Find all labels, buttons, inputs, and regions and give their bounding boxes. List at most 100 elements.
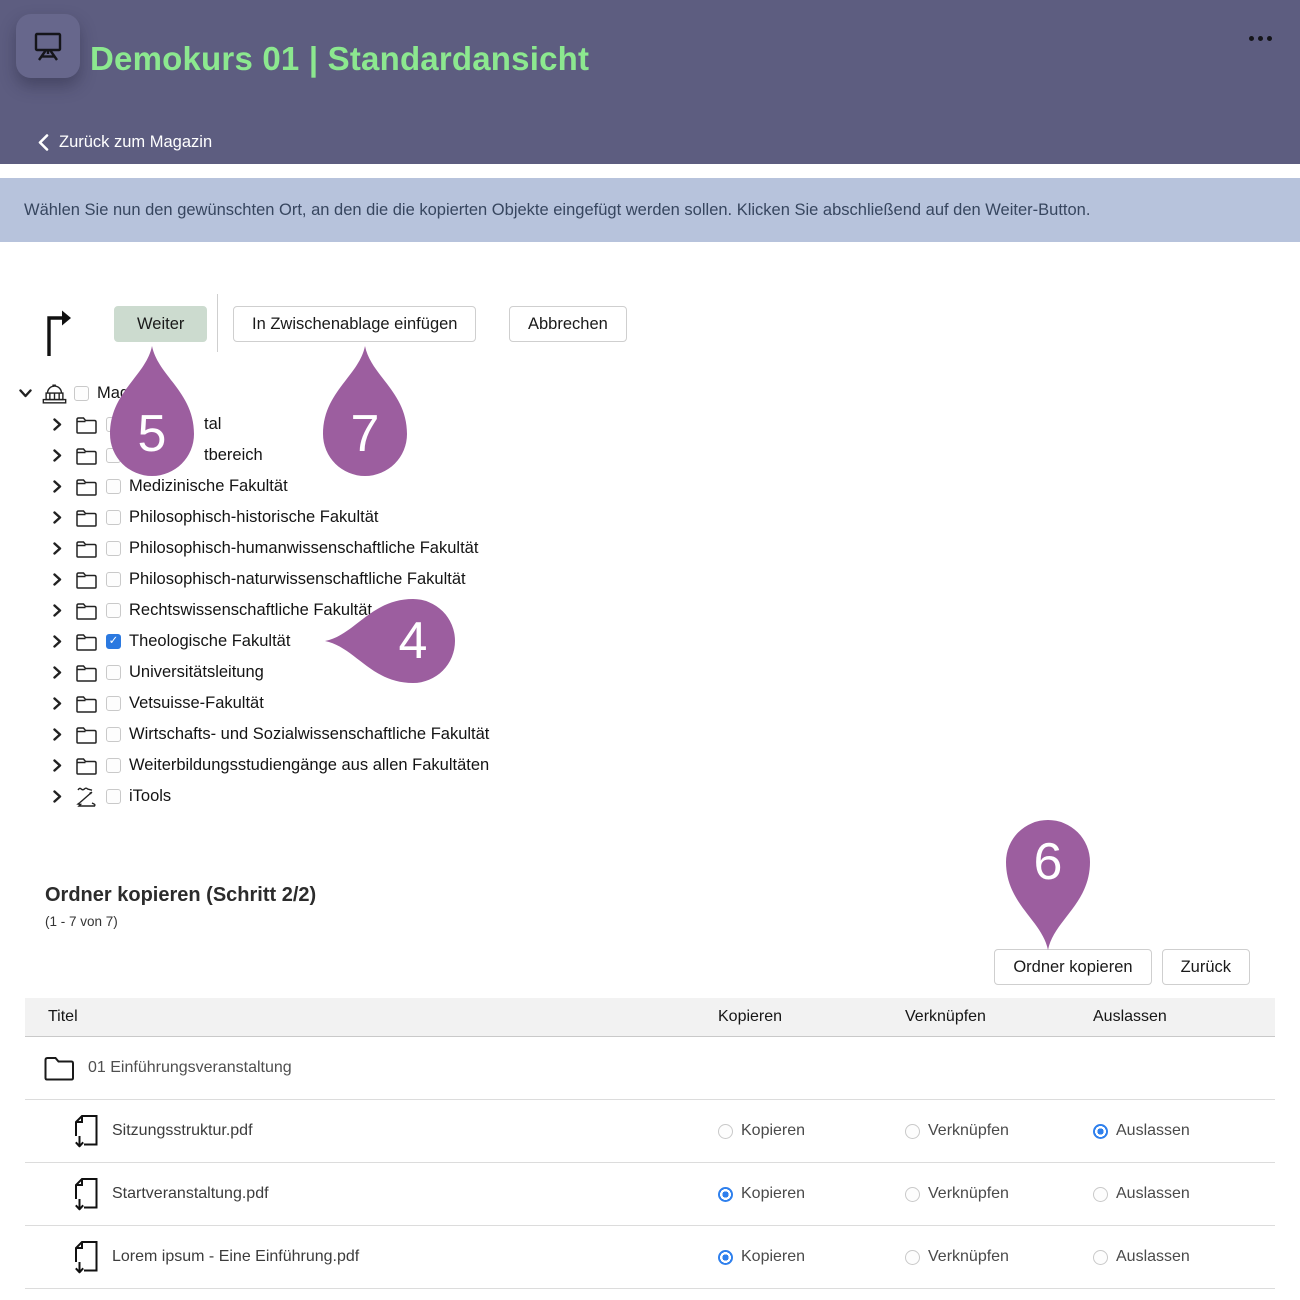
- header-bar: Demokurs 01 | Standardansicht Zurück zum…: [0, 0, 1300, 164]
- chevron-right-icon[interactable]: [50, 449, 64, 463]
- tree-checkbox[interactable]: [106, 665, 121, 680]
- back-link-label: Zurück zum Magazin: [59, 133, 212, 152]
- tree-checkbox[interactable]: [106, 572, 121, 587]
- chevron-right-icon[interactable]: [50, 759, 64, 773]
- tree-checkbox[interactable]: [106, 696, 121, 711]
- clipboard-insert-button[interactable]: In Zwischenablage einfügen: [233, 306, 476, 342]
- paste-target-arrow-icon: [40, 306, 74, 358]
- chevron-right-icon[interactable]: [50, 666, 64, 680]
- tree-checkbox[interactable]: [106, 789, 121, 804]
- file-download-icon: [72, 1114, 99, 1149]
- chevron-down-icon[interactable]: [18, 387, 32, 401]
- tree-checkbox[interactable]: [106, 727, 121, 742]
- tree-checkbox[interactable]: [106, 758, 121, 773]
- tree-checkbox[interactable]: [106, 541, 121, 556]
- radio-icon[interactable]: [718, 1187, 733, 1202]
- more-actions-icon[interactable]: [1249, 36, 1272, 41]
- tree-item-label[interactable]: tbereich: [204, 446, 263, 465]
- tree-item-label[interactable]: Magazin: [97, 384, 159, 403]
- radio-label: Auslassen: [1116, 1122, 1190, 1140]
- cancel-button[interactable]: Abbrechen: [509, 306, 627, 342]
- tree-row: Philosophisch-naturwissenschaftliche Fak…: [0, 564, 1300, 595]
- radio-icon[interactable]: [1093, 1250, 1108, 1265]
- radio-option-kopieren[interactable]: Kopieren: [710, 1122, 897, 1140]
- tree-item-label[interactable]: Weiterbildungsstudiengänge aus allen Fak…: [129, 756, 489, 775]
- tree-row-theologische-fakultaet: Theologische Fakultät: [0, 626, 1300, 657]
- radio-icon[interactable]: [1093, 1124, 1108, 1139]
- tree-checkbox[interactable]: [106, 603, 121, 618]
- radio-label: Verknüpfen: [928, 1185, 1009, 1203]
- folder-icon: [73, 508, 100, 527]
- radio-option-verknuepfen[interactable]: Verknüpfen: [897, 1122, 1085, 1140]
- chevron-left-icon: [38, 134, 49, 151]
- radio-label: Kopieren: [741, 1248, 805, 1266]
- folder-icon: [73, 694, 100, 713]
- tree-item-label[interactable]: Philosophisch-humanwissenschaftliche Fak…: [129, 539, 478, 558]
- radio-option-kopieren[interactable]: Kopieren: [710, 1248, 897, 1266]
- paste-toolbar: Weiter In Zwischenablage einfügen Abbrec…: [0, 304, 1300, 344]
- tree-checkbox[interactable]: [106, 448, 121, 463]
- tree-checkbox[interactable]: [74, 386, 89, 401]
- radio-option-verknuepfen[interactable]: Verknüpfen: [897, 1185, 1085, 1203]
- copy-folder-button[interactable]: Ordner kopieren: [994, 949, 1151, 985]
- tree-row: tbereich: [0, 440, 1300, 471]
- back-button[interactable]: Zurück: [1162, 949, 1250, 985]
- tree-checkbox[interactable]: [106, 510, 121, 525]
- radio-option-auslassen[interactable]: Auslassen: [1085, 1185, 1275, 1203]
- tree-item-label[interactable]: tal: [204, 415, 221, 434]
- chevron-right-icon[interactable]: [50, 573, 64, 587]
- radio-label: Verknüpfen: [928, 1248, 1009, 1266]
- chevron-right-icon[interactable]: [50, 635, 64, 649]
- table-header-row: Titel Kopieren Verknüpfen Auslassen: [25, 998, 1275, 1037]
- folder-icon: [73, 632, 100, 651]
- tree-item-label[interactable]: Vetsuisse-Fakultät: [129, 694, 264, 713]
- tree-checkbox[interactable]: [106, 634, 121, 649]
- row-title: 01 Einführungsveranstaltung: [88, 1059, 292, 1077]
- tree-item-label[interactable]: Rechtswissenschaftliche Fakultät: [129, 601, 372, 620]
- column-header-verknuepfen: Verknüpfen: [897, 1008, 1085, 1026]
- tree-item-label[interactable]: iTools: [129, 787, 171, 806]
- tree-item-label[interactable]: Theologische Fakultät: [129, 632, 290, 651]
- radio-option-auslassen[interactable]: Auslassen: [1085, 1248, 1275, 1266]
- info-message-text: Wählen Sie nun den gewünschten Ort, an d…: [24, 201, 1090, 220]
- radio-icon[interactable]: [905, 1250, 920, 1265]
- radio-option-kopieren[interactable]: Kopieren: [710, 1185, 897, 1203]
- page: Demokurs 01 | Standardansicht Zurück zum…: [0, 0, 1300, 1300]
- radio-option-auslassen[interactable]: Auslassen: [1085, 1122, 1275, 1140]
- radio-icon[interactable]: [905, 1124, 920, 1139]
- folder-icon: [73, 539, 100, 558]
- tree-row: tal: [0, 409, 1300, 440]
- chevron-right-icon[interactable]: [50, 480, 64, 494]
- tree-row: Rechtswissenschaftliche Fakultät: [0, 595, 1300, 626]
- column-header-titel: Titel: [25, 1008, 710, 1026]
- tree-checkbox[interactable]: [106, 479, 121, 494]
- radio-icon[interactable]: [718, 1250, 733, 1265]
- chevron-right-icon[interactable]: [50, 728, 64, 742]
- tree-item-label[interactable]: Philosophisch-naturwissenschaftliche Fak…: [129, 570, 466, 589]
- radio-label: Kopieren: [741, 1122, 805, 1140]
- tree-item-label[interactable]: Universitätsleitung: [129, 663, 264, 682]
- repository-icon: [41, 383, 68, 405]
- tree-item-label[interactable]: Medizinische Fakultät: [129, 477, 288, 496]
- folder-icon: [73, 570, 100, 589]
- column-header-auslassen: Auslassen: [1085, 1008, 1275, 1026]
- chevron-right-icon[interactable]: [50, 418, 64, 432]
- chevron-right-icon[interactable]: [50, 542, 64, 556]
- chevron-right-icon[interactable]: [50, 790, 64, 804]
- file-download-icon: [72, 1177, 99, 1212]
- chevron-right-icon[interactable]: [50, 604, 64, 618]
- folder-icon: [73, 601, 100, 620]
- chevron-right-icon[interactable]: [50, 511, 64, 525]
- radio-option-verknuepfen[interactable]: Verknüpfen: [897, 1248, 1085, 1266]
- info-message-bar: Wählen Sie nun den gewünschten Ort, an d…: [0, 178, 1300, 242]
- radio-icon[interactable]: [718, 1124, 733, 1139]
- tree-item-label[interactable]: Wirtschafts- und Sozialwissenschaftliche…: [129, 725, 489, 744]
- file-download-icon: [72, 1240, 99, 1275]
- weiter-button[interactable]: Weiter: [114, 306, 207, 342]
- radio-icon[interactable]: [905, 1187, 920, 1202]
- back-to-repository-link[interactable]: Zurück zum Magazin: [38, 133, 212, 152]
- tree-item-label[interactable]: Philosophisch-historische Fakultät: [129, 508, 378, 527]
- chevron-right-icon[interactable]: [50, 697, 64, 711]
- radio-icon[interactable]: [1093, 1187, 1108, 1202]
- tree-checkbox[interactable]: [106, 417, 121, 432]
